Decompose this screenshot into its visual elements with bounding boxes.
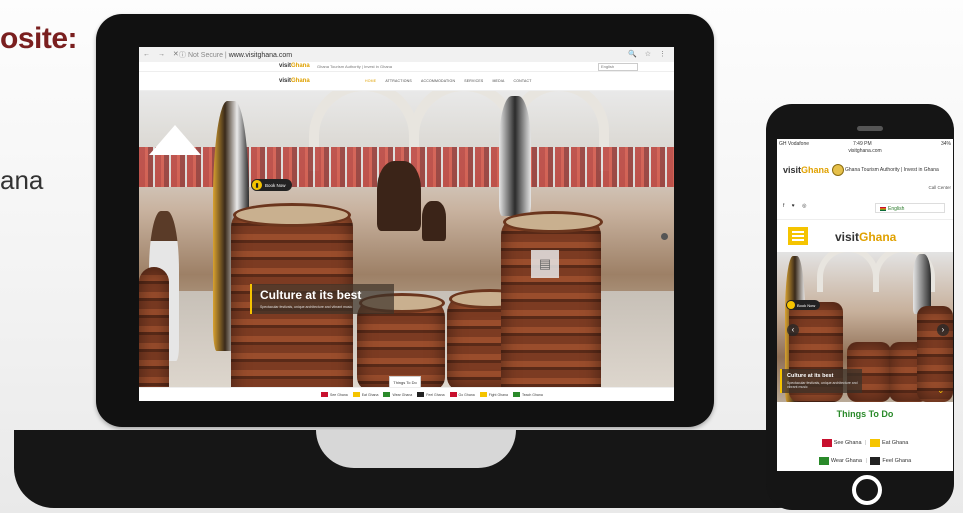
site-top-bar: visitGhana Ghana Tourism Authority | Inv… <box>139 62 674 72</box>
nav-logo[interactable]: visitGhana <box>279 78 310 84</box>
hero-image: ▮ Book Now Culture at its best Spectacul… <box>139 91 674 387</box>
link-eat-ghana[interactable]: Eat Ghana <box>870 439 908 447</box>
eat-icon <box>352 392 360 397</box>
footer-fight-ghana[interactable]: Fight Ghana <box>479 392 508 397</box>
drum-head <box>233 203 351 227</box>
phone-nav-logo[interactable]: visitGhana <box>835 230 896 244</box>
drummer-figure <box>377 161 421 231</box>
link-see-ghana[interactable]: See Ghana <box>821 439 862 447</box>
phone-header-text: Ghana Tourism Authority | Invest in Ghan… <box>845 167 939 173</box>
slide-text: ana <box>0 165 44 195</box>
laptop-base <box>14 430 818 508</box>
browser-toolbar: ← → ✕ ⓘ Not Secure | www.visitghana.com … <box>139 47 674 63</box>
see-icon <box>321 392 328 397</box>
see-icon <box>821 439 832 447</box>
top-logo[interactable]: visitGhana <box>279 63 310 69</box>
feel-icon <box>870 457 881 465</box>
wear-icon <box>818 457 829 465</box>
chevron-down-icon[interactable]: ⌄ <box>937 385 945 396</box>
nav-item-accommodation[interactable]: ACCOMMODATION <box>421 79 455 83</box>
footer-wear-ghana[interactable]: Wear Ghana <box>383 392 412 397</box>
phone-url[interactable]: visitghana.com <box>777 148 953 154</box>
drum <box>139 267 169 387</box>
phone-language-select[interactable]: English <box>875 203 945 213</box>
status-time: 7:49 PM <box>853 141 872 147</box>
nav-item-attractions[interactable]: ATTRACTIONS <box>385 79 412 83</box>
language-select[interactable]: English <box>598 63 638 71</box>
call-center[interactable]: Call Center <box>917 185 951 190</box>
phone-book-now-button[interactable]: Book Now <box>786 300 821 310</box>
url-text: www.visitghana.com <box>228 52 293 59</box>
document-icon[interactable]: ▤ <box>531 250 559 278</box>
carrier: GH Vodafone <box>779 141 810 147</box>
status-bar: GH Vodafone 7:49 PM 34% <box>777 139 953 148</box>
drummer-figure <box>499 96 531 216</box>
phone-hero-image: Book Now ‹ › Culture at its best Spectac… <box>777 252 953 402</box>
next-arrow-icon[interactable]: › <box>937 324 949 336</box>
book-now-label: Book Now <box>265 182 286 188</box>
book-icon <box>787 301 795 309</box>
eat-icon <box>870 439 881 447</box>
home-button[interactable] <box>852 475 882 505</box>
nav-item-services[interactable]: SERVICES <box>464 79 483 83</box>
feel-icon <box>417 392 425 397</box>
phone-screen: GH Vodafone 7:49 PM 34% visitghana.com v… <box>777 139 953 471</box>
footer-eat-ghana[interactable]: Eat Ghana <box>352 392 378 397</box>
hero-caption: Culture at its best Spectacular festival… <box>250 284 394 314</box>
site-nav: visitGhana HOME ATTRACTIONS ACCOMMODATIO… <box>139 72 674 91</box>
address-bar[interactable]: ⓘ Not Secure | www.visitghana.com <box>179 50 292 60</box>
footer-feel-ghana[interactable]: Feel Ghana <box>417 392 445 397</box>
footer-see-ghana[interactable]: See Ghana <box>321 392 348 397</box>
phone-caption-subtitle: Spectacular festivals, unique architectu… <box>787 381 858 389</box>
link-feel-ghana[interactable]: Feel Ghana <box>870 457 911 465</box>
tourism-seal-icon <box>832 164 844 176</box>
go-icon <box>449 392 457 397</box>
teach-icon <box>512 392 520 397</box>
things-links: See Ghana | Eat Ghana Wear Ghana | Feel … <box>777 439 953 471</box>
book-icon: ▮ <box>252 180 262 190</box>
drummer-figure <box>422 201 446 241</box>
phone-header: visitGhana Ghana Tourism Authority | Inv… <box>777 159 953 181</box>
laptop-display: ← → ✕ ⓘ Not Secure | www.visitghana.com … <box>139 47 674 401</box>
drum-head <box>503 211 603 233</box>
nav-item-home[interactable]: HOME <box>365 79 376 83</box>
fight-icon <box>479 392 487 397</box>
browser-tools-icons[interactable]: 🔍 ☆ ⋮ <box>628 50 669 58</box>
phone-caption-title: Culture at its best <box>787 373 834 379</box>
laptop-notch <box>316 430 516 468</box>
not-secure-label: ⓘ Not Secure | <box>179 52 227 59</box>
book-now-button[interactable]: ▮ Book Now <box>251 179 292 191</box>
caption-subtitle: Spectacular festivals, unique architectu… <box>260 305 353 309</box>
phone-speaker <box>857 126 883 131</box>
social-icons[interactable]: f ♥ ◎ <box>783 203 810 209</box>
slider-dot[interactable] <box>661 233 668 240</box>
things-to-do-heading: Things To Do <box>836 409 894 419</box>
nav-menu: HOME ATTRACTIONS ACCOMMODATION SERVICES … <box>365 79 532 83</box>
slide-title: osite: <box>0 22 78 55</box>
stadium-arch <box>817 252 879 292</box>
battery-level: 34% <box>940 141 951 147</box>
things-footer: See Ghana Eat Ghana Wear Ghana Feel Ghan… <box>139 387 674 401</box>
top-text: Ghana Tourism Authority | Invest in Ghan… <box>317 64 393 69</box>
phone-nav: visitGhana <box>777 219 953 252</box>
white-tent <box>149 125 201 155</box>
phone-top-logo[interactable]: visitGhana <box>783 165 829 175</box>
hamburger-menu-icon[interactable] <box>788 227 808 245</box>
caption-title: Culture at its best <box>260 288 362 302</box>
prev-arrow-icon[interactable]: ‹ <box>787 324 799 336</box>
wear-icon <box>383 392 391 397</box>
phone-hero-caption: Culture at its best Spectacular festival… <box>780 369 862 393</box>
drummer-figure <box>913 254 931 314</box>
footer-go-ghana[interactable]: Go Ghana <box>449 392 475 397</box>
nav-item-contact[interactable]: CONTACT <box>514 79 532 83</box>
browser-nav-icons[interactable]: ← → ✕ <box>143 50 182 58</box>
footer-teach-ghana[interactable]: Teach Ghana <box>512 392 543 397</box>
ghana-flag-icon <box>880 206 886 211</box>
link-wear-ghana[interactable]: Wear Ghana <box>818 457 862 465</box>
drum <box>501 217 601 387</box>
drum <box>917 306 953 402</box>
nav-item-media[interactable]: MEDIA <box>492 79 504 83</box>
